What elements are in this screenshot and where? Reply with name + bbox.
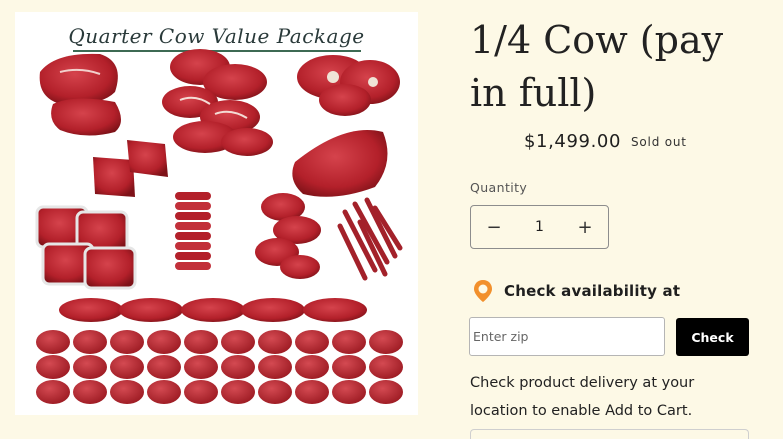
delivery-note: Check product delivery at your location … [470, 375, 695, 419]
quantity-stepper: − 1 + [470, 205, 609, 249]
stew-blocks [93, 140, 168, 197]
brisket [292, 130, 388, 197]
meat-sticks [337, 197, 403, 281]
meat-cuts-illustration [35, 49, 403, 404]
availability-heading: Check availability at [472, 279, 680, 303]
steak-pile-center [162, 49, 273, 156]
zip-input[interactable] [469, 317, 665, 356]
product-price: $1,499.00 [524, 131, 622, 152]
sold-out-badge: Sold out [631, 135, 687, 149]
steak-group-left [39, 53, 121, 136]
product-image[interactable]: Quarter Cow Value Package [15, 12, 418, 415]
check-button[interactable]: Check [676, 318, 749, 356]
quantity-label: Quantity [470, 180, 528, 195]
roast-group-right [297, 55, 400, 116]
availability-label: Check availability at [504, 282, 681, 300]
location-pin-icon [474, 280, 492, 302]
vacuum-packs [35, 205, 137, 290]
steak-row [59, 298, 367, 322]
increase-quantity-button[interactable]: + [562, 206, 608, 248]
quantity-input[interactable]: 1 [517, 219, 562, 235]
add-to-cart-button-edge [470, 429, 749, 439]
ground-beef-grid [36, 330, 403, 404]
decrease-quantity-button[interactable]: − [471, 206, 517, 248]
product-title: 1/4 Cow (pay in full) [470, 18, 724, 115]
round-steaks [255, 193, 321, 279]
patty-stack [175, 192, 211, 270]
